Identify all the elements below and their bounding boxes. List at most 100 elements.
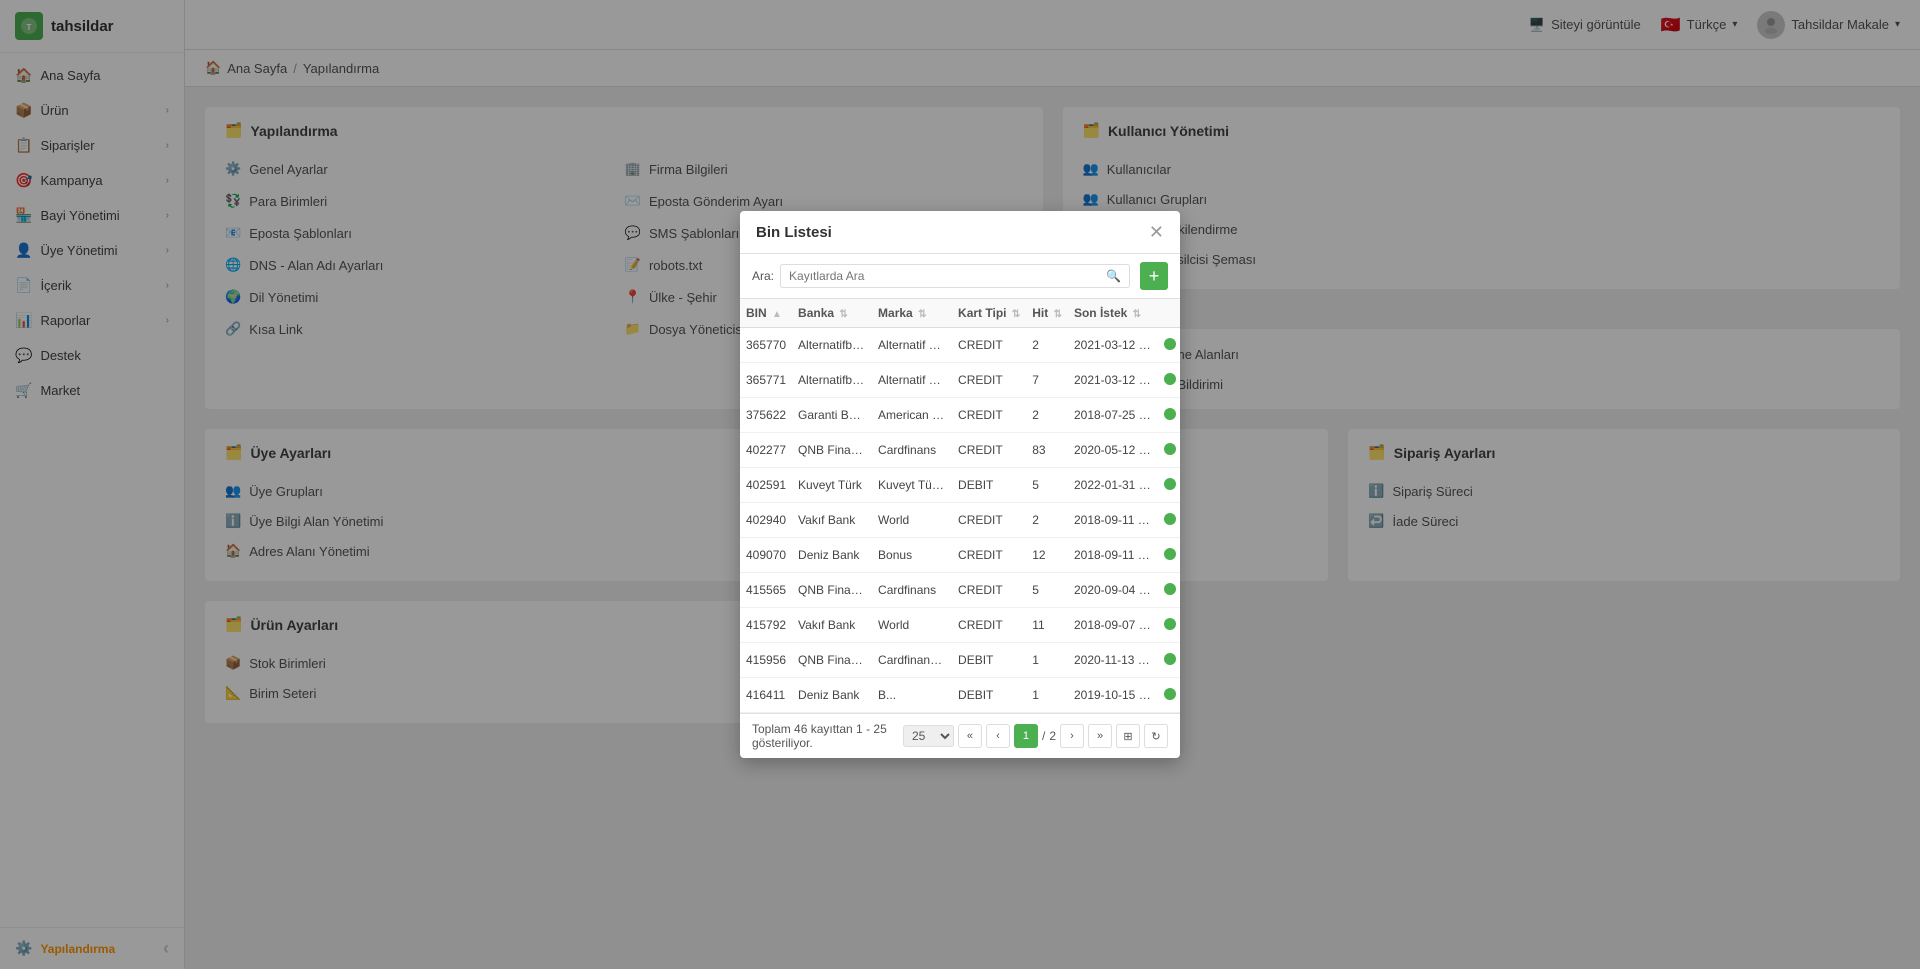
- bin-table: BIN ▲ Banka ⇅ Marka ⇅ Kart Tipi ⇅ Hit ⇅ …: [740, 299, 1180, 713]
- search-icon: 🔍: [1106, 269, 1121, 283]
- first-page-button[interactable]: «: [958, 724, 982, 748]
- col-marka[interactable]: Marka ⇅: [872, 299, 952, 328]
- modal-close-button[interactable]: ✕: [1149, 223, 1164, 241]
- sort-icon-marka: ⇅: [918, 309, 926, 320]
- table-row: 415565 QNB Finans... Cardfinans CREDIT 5…: [740, 573, 1180, 608]
- cell-marka: Alternatif B...: [872, 363, 952, 398]
- col-banka[interactable]: Banka ⇅: [792, 299, 872, 328]
- cell-banka: QNB Finans...: [792, 643, 872, 678]
- cell-status: [1158, 468, 1180, 503]
- sort-icon-kart: ⇅: [1012, 309, 1020, 320]
- cell-kart-tipi: CREDIT: [952, 573, 1026, 608]
- cell-son-istek: 2018-09-11 1...: [1068, 538, 1158, 573]
- per-page-select[interactable]: 25 50 100: [903, 725, 954, 747]
- cell-hit: 11: [1026, 608, 1068, 643]
- status-dot: [1164, 373, 1176, 385]
- cell-hit: 1: [1026, 643, 1068, 678]
- cell-marka: Bonus: [872, 538, 952, 573]
- current-page-button[interactable]: 1: [1014, 724, 1038, 748]
- bin-listesi-modal: Bin Listesi ✕ Ara: 🔍 + BIN ▲ Banka ⇅ Mar…: [740, 211, 1180, 758]
- cell-banka: Kuveyt Türk: [792, 468, 872, 503]
- pagination-info: Toplam 46 kayıttan 1 - 25 gösteriliyor.: [752, 722, 903, 750]
- table-row: 375622 Garanti Ban... American E... CRED…: [740, 398, 1180, 433]
- cell-hit: 2: [1026, 328, 1068, 363]
- status-dot: [1164, 338, 1176, 350]
- col-hit[interactable]: Hit ⇅: [1026, 299, 1068, 328]
- total-pages: 2: [1049, 729, 1056, 743]
- cell-bin: 402940: [740, 503, 792, 538]
- sort-icon-hit: ⇅: [1054, 309, 1062, 320]
- cell-banka: Vakıf Bank: [792, 608, 872, 643]
- add-record-button[interactable]: +: [1140, 262, 1168, 290]
- cell-marka: Cardfinans ...: [872, 643, 952, 678]
- col-son-istek[interactable]: Son İstek ⇅: [1068, 299, 1158, 328]
- prev-page-button[interactable]: ‹: [986, 724, 1010, 748]
- cell-banka: Deniz Bank: [792, 678, 872, 713]
- table-header-row: BIN ▲ Banka ⇅ Marka ⇅ Kart Tipi ⇅ Hit ⇅ …: [740, 299, 1180, 328]
- col-kart-tipi[interactable]: Kart Tipi ⇅: [952, 299, 1026, 328]
- cell-bin: 415956: [740, 643, 792, 678]
- cell-hit: 5: [1026, 468, 1068, 503]
- cell-bin: 365770: [740, 328, 792, 363]
- modal-overlay[interactable]: Bin Listesi ✕ Ara: 🔍 + BIN ▲ Banka ⇅ Mar…: [0, 0, 1920, 969]
- cell-kart-tipi: CREDIT: [952, 433, 1026, 468]
- status-dot: [1164, 653, 1176, 665]
- cell-son-istek: 2021-03-12 1...: [1068, 328, 1158, 363]
- next-page-button[interactable]: ›: [1060, 724, 1084, 748]
- table-row: 409070 Deniz Bank Bonus CREDIT 12 2018-0…: [740, 538, 1180, 573]
- status-dot: [1164, 583, 1176, 595]
- cell-son-istek: 2019-10-15 1...: [1068, 678, 1158, 713]
- cell-banka: QNB Finans...: [792, 433, 872, 468]
- modal-table-wrapper: BIN ▲ Banka ⇅ Marka ⇅ Kart Tipi ⇅ Hit ⇅ …: [740, 299, 1180, 713]
- table-row: 416411 Deniz Bank B... DEBIT 1 2019-10-1…: [740, 678, 1180, 713]
- refresh-button[interactable]: ↻: [1144, 724, 1168, 748]
- cell-hit: 5: [1026, 573, 1068, 608]
- cell-status: [1158, 503, 1180, 538]
- cell-hit: 7: [1026, 363, 1068, 398]
- cell-bin: 375622: [740, 398, 792, 433]
- page-separator: /: [1042, 729, 1045, 743]
- cell-hit: 83: [1026, 433, 1068, 468]
- search-box: 🔍: [780, 264, 1130, 288]
- cell-status: [1158, 678, 1180, 713]
- modal-header: Bin Listesi ✕: [740, 211, 1180, 254]
- cell-banka: Vakıf Bank: [792, 503, 872, 538]
- cell-bin: 402277: [740, 433, 792, 468]
- cell-kart-tipi: DEBIT: [952, 678, 1026, 713]
- table-row: 402940 Vakıf Bank World CREDIT 2 2018-09…: [740, 503, 1180, 538]
- cell-bin: 402591: [740, 468, 792, 503]
- search-input[interactable]: [789, 269, 1100, 283]
- col-bin[interactable]: BIN ▲: [740, 299, 792, 328]
- cell-bin: 415792: [740, 608, 792, 643]
- status-dot: [1164, 688, 1176, 700]
- cell-banka: Deniz Bank: [792, 538, 872, 573]
- cell-marka: B...: [872, 678, 952, 713]
- cell-hit: 2: [1026, 503, 1068, 538]
- status-dot: [1164, 513, 1176, 525]
- cell-bin: 409070: [740, 538, 792, 573]
- cell-marka: Kuveyt Türk ...: [872, 468, 952, 503]
- cell-status: [1158, 573, 1180, 608]
- cell-son-istek: 2018-09-07 1...: [1068, 608, 1158, 643]
- cell-marka: World: [872, 608, 952, 643]
- cell-marka: World: [872, 503, 952, 538]
- cell-son-istek: 2021-03-12 1...: [1068, 363, 1158, 398]
- last-page-button[interactable]: »: [1088, 724, 1112, 748]
- cell-son-istek: 2020-05-12 1...: [1068, 433, 1158, 468]
- modal-title: Bin Listesi: [756, 224, 832, 241]
- search-label: Ara:: [752, 269, 774, 283]
- cell-banka: Alternatifba...: [792, 328, 872, 363]
- table-row: 402277 QNB Finans... Cardfinans CREDIT 8…: [740, 433, 1180, 468]
- cell-bin: 415565: [740, 573, 792, 608]
- status-dot: [1164, 443, 1176, 455]
- cell-kart-tipi: CREDIT: [952, 503, 1026, 538]
- table-config-button[interactable]: ⊞: [1116, 724, 1140, 748]
- cell-status: [1158, 538, 1180, 573]
- cell-son-istek: 2018-07-25 1...: [1068, 398, 1158, 433]
- cell-hit: 2: [1026, 398, 1068, 433]
- cell-bin: 416411: [740, 678, 792, 713]
- cell-son-istek: 2022-01-31 1...: [1068, 468, 1158, 503]
- cell-status: [1158, 398, 1180, 433]
- cell-kart-tipi: CREDIT: [952, 363, 1026, 398]
- cell-kart-tipi: CREDIT: [952, 608, 1026, 643]
